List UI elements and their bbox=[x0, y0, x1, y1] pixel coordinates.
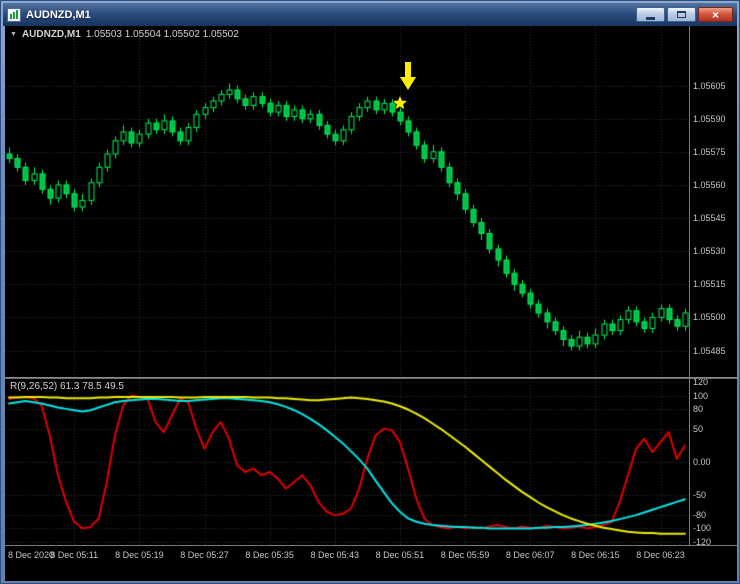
titlebar[interactable]: AUDNZD,M1 × bbox=[3, 3, 737, 26]
price-scale-label: 1.05575 bbox=[693, 147, 726, 157]
indicator-scale-label: -100 bbox=[693, 523, 711, 533]
window: AUDNZD,M1 × ▼ AUDNZD,M1 1.05503 1.05504 … bbox=[0, 0, 740, 584]
main-price-scale[interactable]: 1.05605 1.05590 1.05575 1.05560 1.05545 1.055… bbox=[689, 26, 737, 377]
indicator-scale-label: -50 bbox=[693, 490, 706, 500]
star-annotation[interactable] bbox=[393, 96, 407, 110]
time-label: 8 Dec 05:19 bbox=[115, 550, 164, 560]
time-label: 8 Dec 2020 bbox=[8, 550, 54, 560]
time-label: 8 Dec 05:43 bbox=[311, 550, 360, 560]
price-scale-label: 1.05515 bbox=[693, 279, 726, 289]
minimize-button[interactable] bbox=[636, 7, 665, 22]
indicator-scale-label: 120 bbox=[693, 379, 708, 387]
indicator-scale-label: 0.00 bbox=[693, 457, 711, 467]
annotation-layer bbox=[5, 26, 689, 377]
indicator-scale-label: 50 bbox=[693, 424, 703, 434]
price-scale-label: 1.05545 bbox=[693, 213, 726, 223]
minimize-icon bbox=[646, 17, 655, 20]
indicator-scale[interactable]: 120 100 80 50 0.00 -50 -80 -100 -120 bbox=[689, 379, 737, 545]
chart-window: ▼ AUDNZD,M1 1.05503 1.05504 1.05502 1.05… bbox=[5, 26, 735, 579]
window-title: AUDNZD,M1 bbox=[26, 9, 91, 21]
price-scale-label: 1.05605 bbox=[693, 81, 726, 91]
time-axis[interactable]: 8 Dec 20208 Dec 05:11 8 Dec 05:19 8 Dec 05… bbox=[5, 545, 737, 581]
maximize-button[interactable] bbox=[667, 7, 696, 22]
indicator-scale-label: -80 bbox=[693, 510, 706, 520]
maximize-icon bbox=[677, 11, 686, 18]
price-scale-label: 1.05560 bbox=[693, 180, 726, 190]
time-label: 8 Dec 06:23 bbox=[636, 550, 685, 560]
price-scale-label: 1.05590 bbox=[693, 114, 726, 124]
indicator-scale-label: -120 bbox=[693, 537, 711, 545]
indicator-scale-label: 80 bbox=[693, 404, 703, 414]
time-label: 8 Dec 05:27 bbox=[180, 550, 229, 560]
indicator-pane: R(9,26,52) 61.3 78.5 49.5 bbox=[5, 379, 689, 545]
time-label: 8 Dec 06:15 bbox=[571, 550, 620, 560]
price-scale-label: 1.05500 bbox=[693, 312, 726, 322]
window-controls: × bbox=[636, 7, 733, 22]
indicator-label: R(9,26,52) 61.3 78.5 49.5 bbox=[10, 381, 124, 392]
time-label: 8 Dec 05:35 bbox=[245, 550, 294, 560]
price-scale-label: 1.05485 bbox=[693, 346, 726, 356]
close-button[interactable]: × bbox=[698, 7, 733, 22]
time-label: 8 Dec 05:51 bbox=[376, 550, 425, 560]
arrow-down-annotation[interactable] bbox=[400, 62, 416, 90]
close-icon: × bbox=[712, 9, 719, 21]
price-scale-label: 1.05530 bbox=[693, 246, 726, 256]
time-label: 8 Dec 06:07 bbox=[506, 550, 555, 560]
time-label: 8 Dec 05:59 bbox=[441, 550, 490, 560]
app-icon bbox=[7, 8, 21, 22]
indicator-canvas[interactable] bbox=[5, 379, 689, 545]
indicator-scale-label: 100 bbox=[693, 391, 708, 401]
time-label: 8 Dec 05:11 bbox=[50, 550, 98, 560]
main-chart-pane: ▼ AUDNZD,M1 1.05503 1.05504 1.05502 1.05… bbox=[5, 26, 689, 377]
